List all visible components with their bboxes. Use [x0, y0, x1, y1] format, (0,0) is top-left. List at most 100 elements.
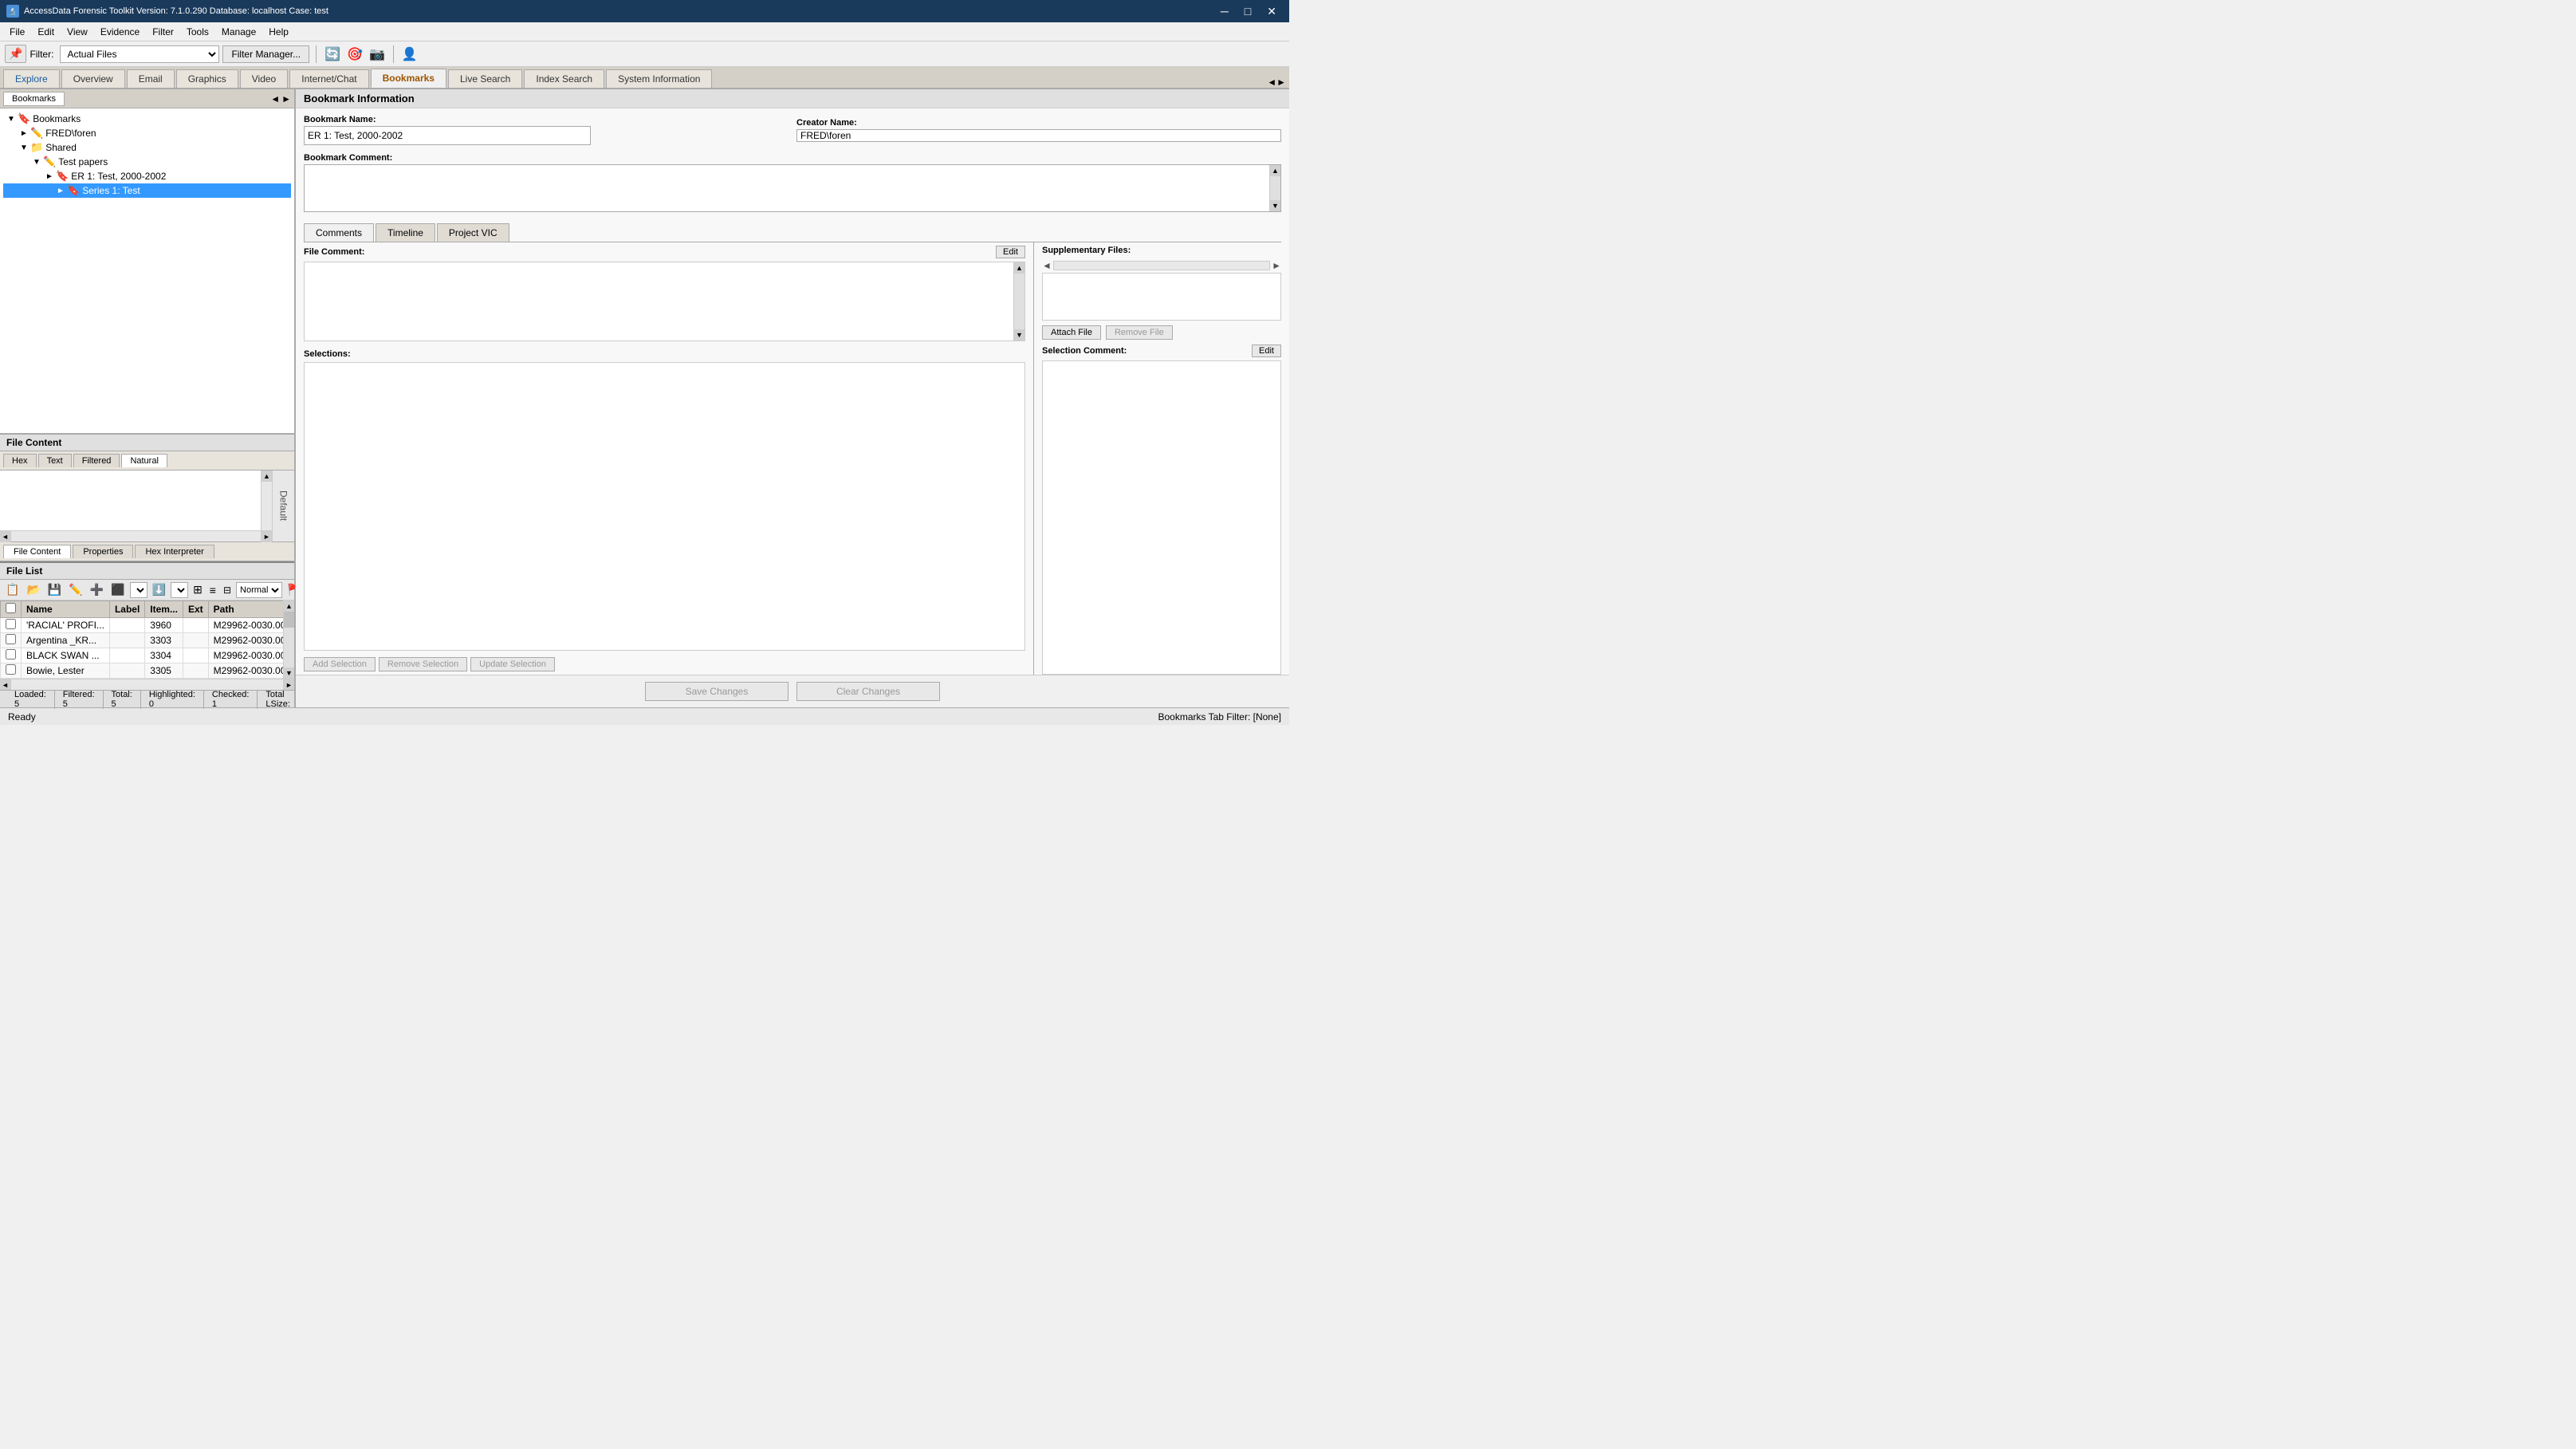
file-comment-scroll-down[interactable]: ▼	[1014, 329, 1025, 341]
tab-internet[interactable]: Internet/Chat	[289, 69, 368, 88]
row-checkbox[interactable]	[6, 664, 16, 675]
tabs-scroll-right[interactable]: ►	[1276, 77, 1286, 88]
creator-name-input[interactable]	[796, 129, 1281, 142]
menu-edit[interactable]: Edit	[31, 25, 61, 39]
tab-video[interactable]: Video	[240, 69, 288, 88]
tabs-scroll-left[interactable]: ◄	[1267, 77, 1276, 88]
bookmarks-panel-tab[interactable]: Bookmarks	[3, 92, 65, 106]
bookmark-comment-area[interactable]: ▲ ▼	[304, 164, 1281, 212]
table-row[interactable]: Argentina _KR... 3303 M29962-0030.001/NO…	[1, 633, 295, 648]
col-header-name[interactable]: Name	[22, 601, 110, 618]
tab-hex[interactable]: Hex	[3, 454, 37, 467]
save-changes-button[interactable]: Save Changes	[645, 682, 789, 701]
refresh-icon-button[interactable]: 🔄	[323, 45, 342, 64]
col-header-ext[interactable]: Ext	[183, 601, 208, 618]
tab-text[interactable]: Text	[38, 454, 72, 467]
tab-email[interactable]: Email	[127, 69, 175, 88]
table-row[interactable]: BLACK SWAN ... 3304 M29962-0030.001/NONA…	[1, 648, 295, 663]
row-checkbox[interactable]	[6, 634, 16, 644]
file-list-dropdown-1[interactable]	[130, 582, 147, 598]
tree-expand-er1[interactable]: ►	[43, 172, 56, 181]
tab-live-search[interactable]: Live Search	[448, 69, 522, 88]
file-comment-textarea[interactable]	[305, 262, 1013, 341]
supp-files-scrollbar[interactable]	[1053, 261, 1270, 270]
col-header-item[interactable]: Item...	[145, 601, 183, 618]
update-selection-btn[interactable]: Update Selection	[470, 657, 555, 671]
table-vertical-scrollbar[interactable]: ▲ ▼	[283, 600, 294, 679]
filter-dropdown[interactable]: Actual Files	[60, 45, 219, 63]
tab-system-info[interactable]: System Information	[606, 69, 712, 88]
tab-properties[interactable]: Properties	[73, 545, 133, 558]
file-list-edit-btn[interactable]: ✏️	[66, 582, 85, 597]
info-tab-timeline[interactable]: Timeline	[376, 223, 435, 242]
file-list-dropdown-2[interactable]	[171, 582, 188, 598]
select-all-checkbox[interactable]	[6, 603, 16, 613]
table-scroll-up-btn[interactable]: ▲	[284, 600, 294, 612]
tab-file-content[interactable]: File Content	[3, 545, 71, 558]
target-icon-button[interactable]: 🎯	[345, 45, 364, 64]
col-header-label[interactable]: Label	[109, 601, 144, 618]
tree-item-test-papers[interactable]: ▼ ✏️ Test papers	[3, 155, 291, 169]
file-comment-area[interactable]: ▲ ▼	[304, 262, 1025, 341]
menu-file[interactable]: File	[3, 25, 31, 39]
close-button[interactable]: ✕	[1260, 3, 1283, 20]
col-header-path[interactable]: Path	[208, 601, 294, 618]
file-list-open-btn[interactable]: 📂	[24, 582, 42, 597]
comment-scroll-up[interactable]: ▲	[1270, 165, 1280, 176]
attach-file-btn[interactable]: Attach File	[1042, 325, 1101, 340]
file-table-hscrollbar[interactable]: ◄ ►	[0, 679, 294, 690]
bookmark-tree[interactable]: ▼ 🔖 Bookmarks ► ✏️ FRED\foren ▼ 📁 Shared…	[0, 108, 294, 433]
table-hscroll-left[interactable]: ◄	[0, 679, 11, 691]
comment-scroll-down[interactable]: ▼	[1270, 200, 1280, 211]
tab-explore[interactable]: Explore	[3, 69, 60, 88]
panel-nav-prev[interactable]: ◄	[270, 93, 280, 104]
add-selection-btn[interactable]: Add Selection	[304, 657, 376, 671]
filter-manager-button[interactable]: Filter Manager...	[222, 45, 309, 63]
file-list-save-btn[interactable]: 💾	[45, 582, 64, 597]
sel-comment-area[interactable]	[1042, 360, 1281, 675]
supp-files-next-btn[interactable]: ►	[1272, 260, 1281, 271]
file-comment-vscrollbar[interactable]: ▲ ▼	[1013, 262, 1025, 341]
table-row[interactable]: 'RACIAL' PROFI... 3960 M29962-0030.001/N…	[1, 618, 295, 633]
menu-help[interactable]: Help	[262, 25, 295, 39]
tree-expand-test-papers[interactable]: ▼	[30, 158, 43, 167]
tab-graphics[interactable]: Graphics	[176, 69, 238, 88]
tree-expand-fred[interactable]: ►	[18, 129, 30, 138]
row-checkbox[interactable]	[6, 649, 16, 660]
file-comment-scroll-up[interactable]: ▲	[1014, 262, 1025, 274]
menu-filter[interactable]: Filter	[146, 25, 180, 39]
menu-manage[interactable]: Manage	[215, 25, 262, 39]
row-checkbox-cell[interactable]	[1, 648, 22, 663]
maximize-button[interactable]: □	[1238, 3, 1257, 20]
file-list-mode-select[interactable]: Normal	[236, 582, 282, 598]
tree-expand-shared[interactable]: ▼	[18, 144, 30, 152]
tree-item-shared[interactable]: ▼ 📁 Shared	[3, 140, 291, 155]
file-comment-edit-btn[interactable]: Edit	[996, 246, 1025, 258]
table-scroll-down-btn[interactable]: ▼	[284, 667, 294, 679]
user-icon-button[interactable]: 👤	[400, 45, 419, 64]
info-tab-comments[interactable]: Comments	[304, 223, 374, 242]
row-checkbox-cell[interactable]	[1, 633, 22, 648]
content-scroll-up[interactable]: ▲	[262, 471, 272, 482]
tree-item-bookmarks-root[interactable]: ▼ 🔖 Bookmarks	[3, 112, 291, 126]
tree-item-fred-foren[interactable]: ► ✏️ FRED\foren	[3, 126, 291, 140]
tree-item-er1[interactable]: ► 🔖 ER 1: Test, 2000-2002	[3, 169, 291, 183]
selections-area[interactable]	[304, 362, 1025, 651]
minimize-button[interactable]: ─	[1214, 3, 1235, 20]
menu-evidence[interactable]: Evidence	[94, 25, 146, 39]
file-list-remove-btn[interactable]: ⬛	[108, 582, 127, 597]
file-list-grid-btn[interactable]: ⊞	[191, 582, 205, 597]
table-hscroll-right[interactable]: ►	[283, 679, 294, 691]
supp-files-area[interactable]	[1042, 273, 1281, 321]
file-list-cols-btn[interactable]: ⊟	[221, 584, 234, 597]
tree-expand-bookmarks[interactable]: ▼	[5, 115, 18, 124]
table-row[interactable]: Bowie, Lester 3305 M29962-0030.001/NONAM…	[1, 663, 295, 679]
panel-nav-next[interactable]: ►	[281, 93, 291, 104]
bookmark-comment-textarea[interactable]	[305, 165, 1269, 211]
remove-file-btn[interactable]: Remove File	[1106, 325, 1173, 340]
tab-hex-interpreter[interactable]: Hex Interpreter	[135, 545, 214, 558]
content-hscroll-left[interactable]: ◄	[0, 531, 11, 542]
row-checkbox-cell[interactable]	[1, 663, 22, 679]
screenshot-icon-button[interactable]: 📷	[368, 45, 387, 64]
tab-bookmarks[interactable]: Bookmarks	[371, 69, 446, 88]
